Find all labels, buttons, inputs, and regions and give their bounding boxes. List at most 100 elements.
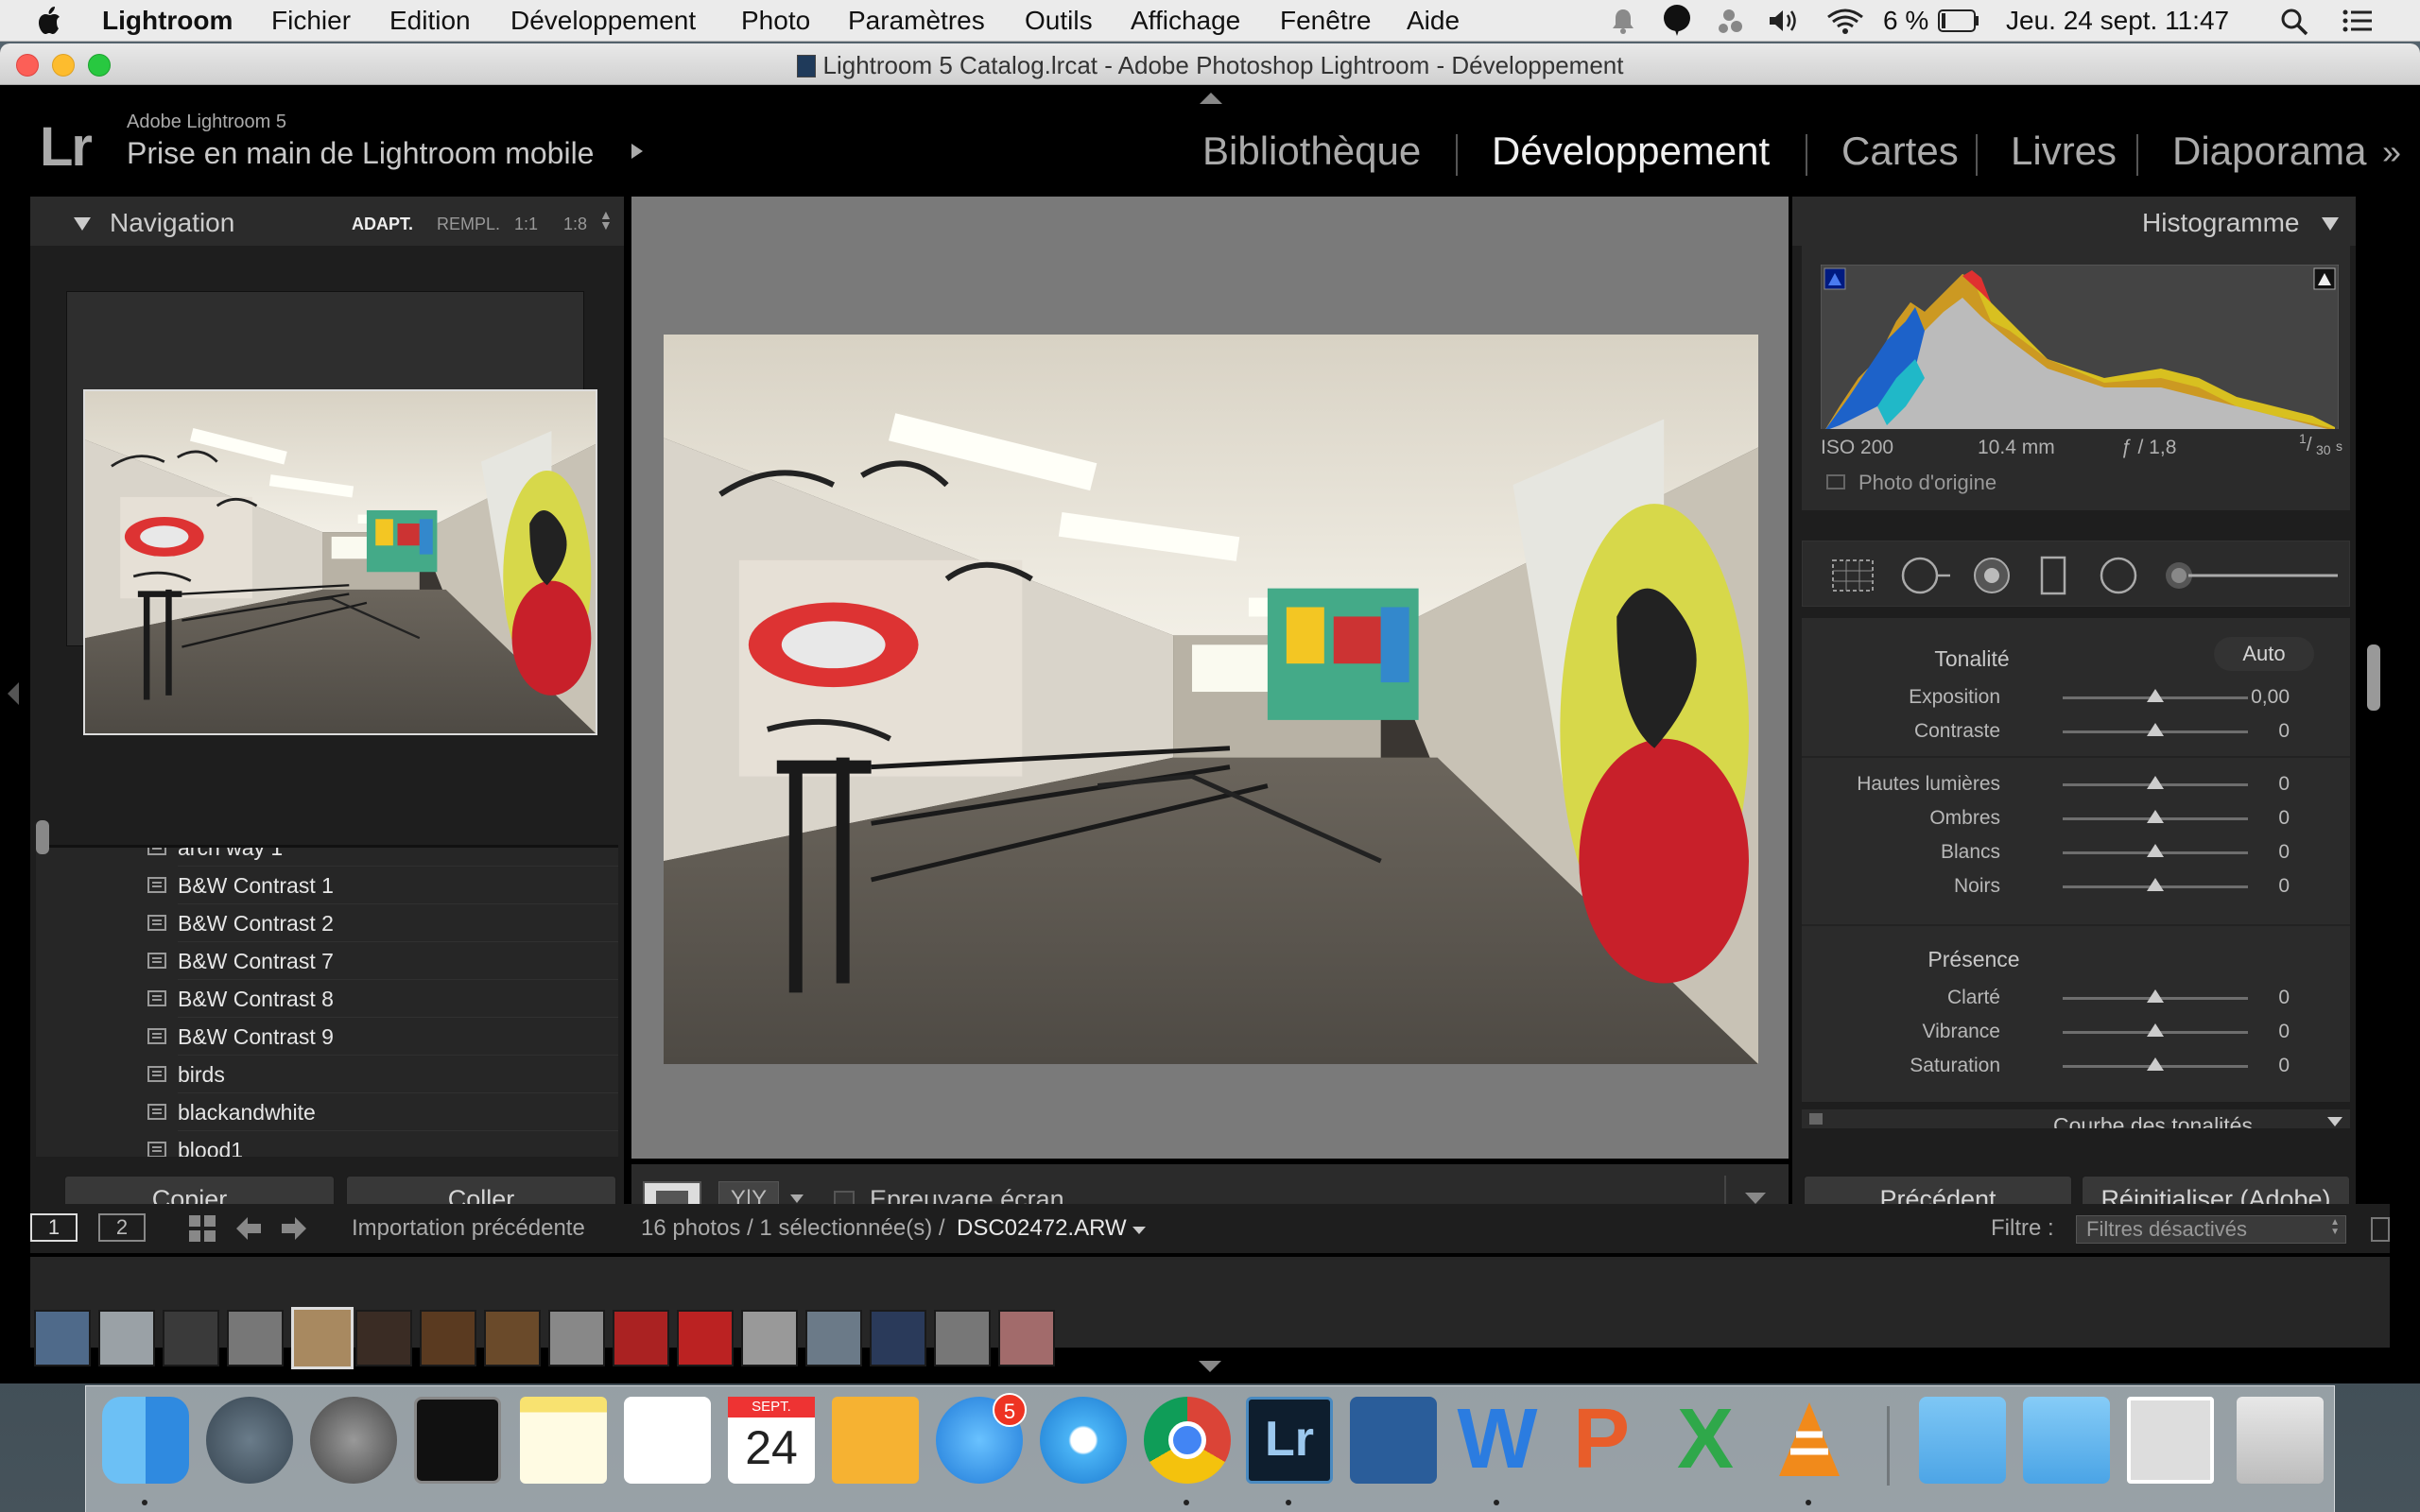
menu-photo[interactable]: Photo [741, 6, 810, 36]
balloon-icon[interactable] [1662, 4, 1692, 38]
forward-arrow-icon[interactable] [280, 1215, 308, 1242]
zoom-fill[interactable]: REMPL. [437, 215, 500, 234]
filter-select[interactable]: Filtres désactivés ▲ ▼ [2076, 1215, 2346, 1244]
system-preferences-icon[interactable] [310, 1397, 397, 1484]
identity-play-icon[interactable] [631, 144, 643, 159]
zoom-stepper-icon[interactable]: ▲ ▼ [599, 208, 613, 232]
filmstrip-thumbnail[interactable] [677, 1310, 734, 1366]
left-panel-scrollbar[interactable] [36, 820, 49, 854]
tone-curve-switch-icon[interactable] [1809, 1113, 1823, 1125]
network-icon[interactable] [1716, 6, 1748, 36]
powerpoint-icon[interactable]: P [1558, 1397, 1645, 1484]
menu-developpement[interactable]: Développement [510, 6, 696, 36]
auto-tone-button[interactable]: Auto [2214, 637, 2314, 671]
menu-edition[interactable]: Edition [389, 6, 471, 36]
module-diaporama[interactable]: Diaporama [2172, 129, 2366, 174]
spot-removal-tool-icon[interactable] [1897, 555, 1952, 596]
slider-value[interactable]: 0,00 [2251, 686, 2290, 709]
launchpad-icon[interactable] [206, 1397, 293, 1484]
slider-value[interactable]: 0 [2278, 987, 2290, 1009]
activity-monitor-icon[interactable] [414, 1397, 501, 1484]
documents-folder-icon[interactable] [2023, 1397, 2110, 1484]
slider-handle[interactable] [2147, 689, 2164, 702]
notification-bell-icon[interactable] [1611, 8, 1635, 34]
filmstrip-thumbnail[interactable] [870, 1310, 926, 1366]
slider-handle[interactable] [2147, 776, 2164, 789]
module-developpement[interactable]: Développement [1492, 129, 1770, 174]
before-after-dropdown-icon[interactable] [790, 1194, 804, 1203]
identity-tagline[interactable]: Prise en main de Lightroom mobile [127, 136, 594, 171]
filmstrip-thumbnail[interactable] [934, 1310, 991, 1366]
filmstrip-thumbnail[interactable] [163, 1310, 219, 1366]
finder-icon[interactable] [102, 1397, 189, 1484]
filmstrip-thumbnail[interactable] [227, 1310, 284, 1366]
histogram-collapse-icon[interactable] [2322, 217, 2339, 231]
slider-value[interactable]: 0 [2278, 720, 2290, 743]
filmstrip-toggle-arrow[interactable] [1199, 1361, 1221, 1372]
grid-view-icon[interactable] [187, 1213, 217, 1244]
menu-parametres[interactable]: Paramètres [848, 6, 985, 36]
menu-app-name[interactable]: Lightroom [102, 6, 233, 36]
lightroom-dock-icon[interactable]: Lr [1246, 1397, 1333, 1484]
menu-aide[interactable]: Aide [1407, 6, 1460, 36]
filmstrip-thumbnail[interactable] [98, 1310, 155, 1366]
navigator-header[interactable]: Navigation ADAPT. REMPL. 1:1 1:8 ▲ ▼ [30, 197, 624, 246]
downloads-stack-icon[interactable] [2127, 1397, 2214, 1484]
filmstrip-filename[interactable]: DSC02472.ARW [957, 1215, 1127, 1242]
applications-folder-icon[interactable] [1919, 1397, 2006, 1484]
slider-value[interactable]: 0 [2278, 875, 2290, 898]
notes-icon[interactable] [520, 1397, 607, 1484]
left-panel-toggle-arrow[interactable] [8, 682, 19, 705]
histogram-graph[interactable] [1821, 265, 2339, 435]
slider-value[interactable]: 0 [2278, 1021, 2290, 1043]
filmstrip-thumbnail[interactable] [34, 1310, 91, 1366]
right-panel-scrollbar[interactable] [2367, 644, 2380, 711]
histogram-header[interactable]: Histogramme [1792, 197, 2356, 246]
slider-value[interactable]: 0 [2278, 841, 2290, 864]
virtualbox-icon[interactable] [1350, 1397, 1437, 1484]
trash-icon[interactable] [2237, 1397, 2324, 1484]
filmstrip-thumbnail[interactable] [355, 1310, 412, 1366]
filmstrip-thumbnail[interactable] [998, 1310, 1055, 1366]
menu-fenetre[interactable]: Fenêtre [1280, 6, 1372, 36]
module-cartes[interactable]: Cartes [1841, 129, 1959, 174]
module-livres[interactable]: Livres [2011, 129, 2117, 174]
slider-handle[interactable] [2147, 989, 2164, 1003]
filmstrip-thumbnail[interactable] [484, 1310, 541, 1366]
filmstrip-thumbnail[interactable] [613, 1310, 669, 1366]
filmstrip-thumbnail[interactable] [548, 1310, 605, 1366]
calendar-icon[interactable]: SEPT. 24 [728, 1397, 815, 1484]
word-icon[interactable]: W [1454, 1397, 1541, 1484]
tone-curve-header[interactable]: Courbe des tonalités [1802, 1109, 2350, 1128]
module-more-icon[interactable]: » [2382, 132, 2401, 172]
spotlight-search-icon[interactable] [2280, 8, 2308, 36]
red-eye-tool-icon[interactable] [1971, 555, 2013, 596]
graduated-filter-tool-icon[interactable] [2039, 555, 2067, 596]
wifi-icon[interactable] [1826, 8, 1864, 34]
zoom-1-1[interactable]: 1:1 [514, 215, 538, 234]
slider-handle[interactable] [2147, 723, 2164, 736]
zoom-fit[interactable]: ADAPT. [352, 215, 413, 234]
filename-dropdown-icon[interactable] [1132, 1227, 1146, 1234]
slider-handle[interactable] [2147, 1057, 2164, 1071]
main-photo[interactable] [664, 335, 1758, 1064]
filmstrip-thumbnail[interactable] [291, 1307, 354, 1369]
slider-handle[interactable] [2147, 878, 2164, 891]
crop-tool-icon[interactable] [1829, 557, 1876, 594]
filter-lock-icon[interactable] [2371, 1217, 2390, 1242]
slider-value[interactable]: 0 [2278, 773, 2290, 796]
vlc-icon[interactable] [1766, 1397, 1853, 1484]
menu-affichage[interactable]: Affichage [1131, 6, 1240, 36]
main-window-button[interactable]: 1 [30, 1213, 78, 1242]
filmstrip-source[interactable]: Importation précédente [352, 1215, 585, 1242]
filmstrip-thumbnail[interactable] [420, 1310, 476, 1366]
menu-outils[interactable]: Outils [1025, 6, 1093, 36]
slider-handle[interactable] [2147, 844, 2164, 857]
module-bibliotheque[interactable]: Bibliothèque [1202, 129, 1421, 174]
filmstrip-thumbnail[interactable] [741, 1310, 798, 1366]
safari-icon[interactable] [1040, 1397, 1127, 1484]
pages-icon[interactable] [832, 1397, 919, 1484]
toolbar-options-icon[interactable] [1745, 1193, 1766, 1204]
navigator-collapse-icon[interactable] [74, 217, 91, 231]
volume-icon[interactable] [1768, 8, 1802, 34]
